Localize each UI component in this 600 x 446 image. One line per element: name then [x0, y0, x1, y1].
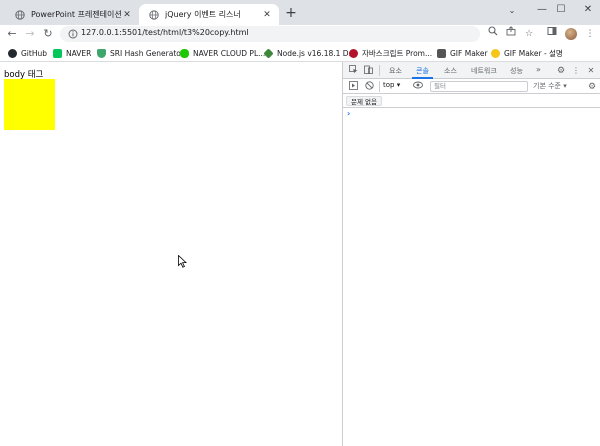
bookmark-label: GIF Maker [450, 48, 488, 58]
naver-cloud-icon [180, 48, 189, 58]
bookmark-naver-cloud[interactable]: NAVER CLOUD PL... [180, 47, 265, 59]
bookmark-label: NAVER CLOUD PL... [193, 48, 266, 58]
close-icon[interactable]: ✕ [121, 10, 133, 20]
issues-button[interactable]: 문제 없음 [346, 96, 382, 106]
mouse-cursor-icon [178, 255, 187, 268]
tab-title: jQuery 이벤트 리스너 [165, 10, 241, 19]
settings-gear-icon[interactable]: ⚙ [555, 65, 567, 77]
toolbar-divider [379, 81, 380, 92]
back-button[interactable]: ← [4, 26, 20, 42]
folder-icon [437, 48, 446, 58]
tab-network[interactable]: 네트워크 [471, 66, 497, 76]
bookmark-github[interactable]: GitHub [8, 47, 47, 59]
tab-strip: PowerPoint 프레젠테이션 ✕ jQuery 이벤트 리스너 ✕ + ⌄… [0, 0, 600, 25]
bookmark-label: NAVER [66, 48, 92, 58]
avatar[interactable] [565, 28, 577, 40]
share-icon[interactable] [503, 26, 519, 42]
gif-maker-icon [491, 48, 500, 58]
devtools-tab-bar: 요소 콘솔 소스 네트워크 성능 » ⚙ ⋮ ✕ [343, 62, 600, 79]
info-icon[interactable] [68, 29, 78, 39]
tab-powerpoint[interactable]: PowerPoint 프레젠테이션 ✕ [5, 4, 139, 25]
close-icon[interactable]: ✕ [261, 10, 273, 20]
tab-jquery[interactable]: jQuery 이벤트 리스너 ✕ [139, 4, 279, 25]
menu-kebab-icon[interactable]: ⋮ [582, 26, 598, 42]
bookmark-label: SRI Hash Generator [110, 48, 184, 58]
bookmark-label: Node.js v16.18.1 D... [277, 48, 356, 58]
context-select[interactable]: top ▾ [383, 81, 400, 89]
globe-icon [149, 9, 159, 20]
shield-icon [97, 48, 106, 58]
yellow-box[interactable] [4, 79, 55, 130]
tab-performance[interactable]: 성능 [510, 66, 523, 76]
maximize-button[interactable]: ☐ [547, 1, 575, 19]
github-icon [8, 48, 17, 58]
devtools-panel: 요소 콘솔 소스 네트워크 성능 » ⚙ ⋮ ✕ top ▾ 필터 기본 수준 … [342, 62, 600, 446]
toolbar-divider [379, 65, 380, 76]
promise-icon [349, 48, 358, 58]
bookmark-label: 자바스크립트 Prom... [362, 48, 433, 58]
console-prompt[interactable]: › [347, 109, 350, 118]
forward-button[interactable]: → [22, 26, 38, 42]
tab-elements[interactable]: 요소 [389, 66, 402, 76]
bookmark-label: GIF Maker - 설명 [504, 48, 563, 58]
sidebar-toggle-icon[interactable] [347, 81, 359, 93]
tab-title: PowerPoint 프레젠테이션 [31, 10, 121, 19]
bookmark-gif-maker[interactable]: GIF Maker [437, 47, 488, 59]
reload-button[interactable]: ↻ [40, 26, 56, 42]
zoom-search-icon[interactable] [485, 26, 501, 42]
address-bar[interactable]: 127.0.0.1:5501/test/html/t3%20copy.html [60, 26, 480, 42]
url-text: 127.0.0.1:5501/test/html/t3%20copy.html [81, 28, 249, 37]
log-level-select[interactable]: 기본 수준 ▾ [533, 81, 567, 91]
page-viewport[interactable]: body 태그 [0, 62, 342, 446]
inspect-element-icon[interactable] [347, 65, 359, 77]
tab-console[interactable]: 콘솔 [416, 66, 429, 76]
eye-icon[interactable] [412, 81, 424, 93]
console-toolbar: top ▾ 필터 기본 수준 ▾ ⚙ [343, 79, 600, 94]
issues-bar: 문제 없음 [343, 94, 600, 108]
bookmark-label: GitHub [21, 48, 47, 58]
bookmark-nodejs[interactable]: Node.js v16.18.1 D... [263, 47, 356, 59]
clear-console-icon[interactable] [363, 81, 375, 93]
nodejs-icon [263, 47, 274, 59]
globe-icon [15, 9, 25, 20]
side-panel-icon[interactable] [544, 26, 560, 42]
tab-search-icon[interactable]: ⌄ [498, 2, 526, 20]
more-tabs-button[interactable]: » [536, 65, 541, 74]
close-devtools-icon[interactable]: ✕ [585, 65, 597, 77]
window-close-button[interactable]: ✕ [574, 1, 600, 19]
bookmark-star-icon[interactable]: ☆ [521, 26, 537, 42]
bookmark-javascript-promise[interactable]: 자바스크립트 Prom... [349, 47, 432, 59]
tab-sources[interactable]: 소스 [444, 66, 457, 76]
new-tab-button[interactable]: + [283, 6, 299, 22]
bookmarks-bar: GitHub NAVER SRI Hash Generator NAVER CL… [0, 44, 600, 62]
bookmark-gif-maker-guide[interactable]: GIF Maker - 설명 [491, 47, 563, 59]
bookmark-sri-hash[interactable]: SRI Hash Generator [97, 47, 184, 59]
browser-toolbar: ← → ↻ 127.0.0.1:5501/test/html/t3%20copy… [0, 25, 600, 44]
device-toolbar-icon[interactable] [362, 65, 374, 77]
console-settings-gear-icon[interactable]: ⚙ [586, 81, 598, 93]
filter-input[interactable]: 필터 [430, 81, 528, 92]
customize-kebab-icon[interactable]: ⋮ [570, 65, 582, 77]
naver-icon [53, 48, 62, 58]
bookmark-naver[interactable]: NAVER [53, 47, 91, 59]
